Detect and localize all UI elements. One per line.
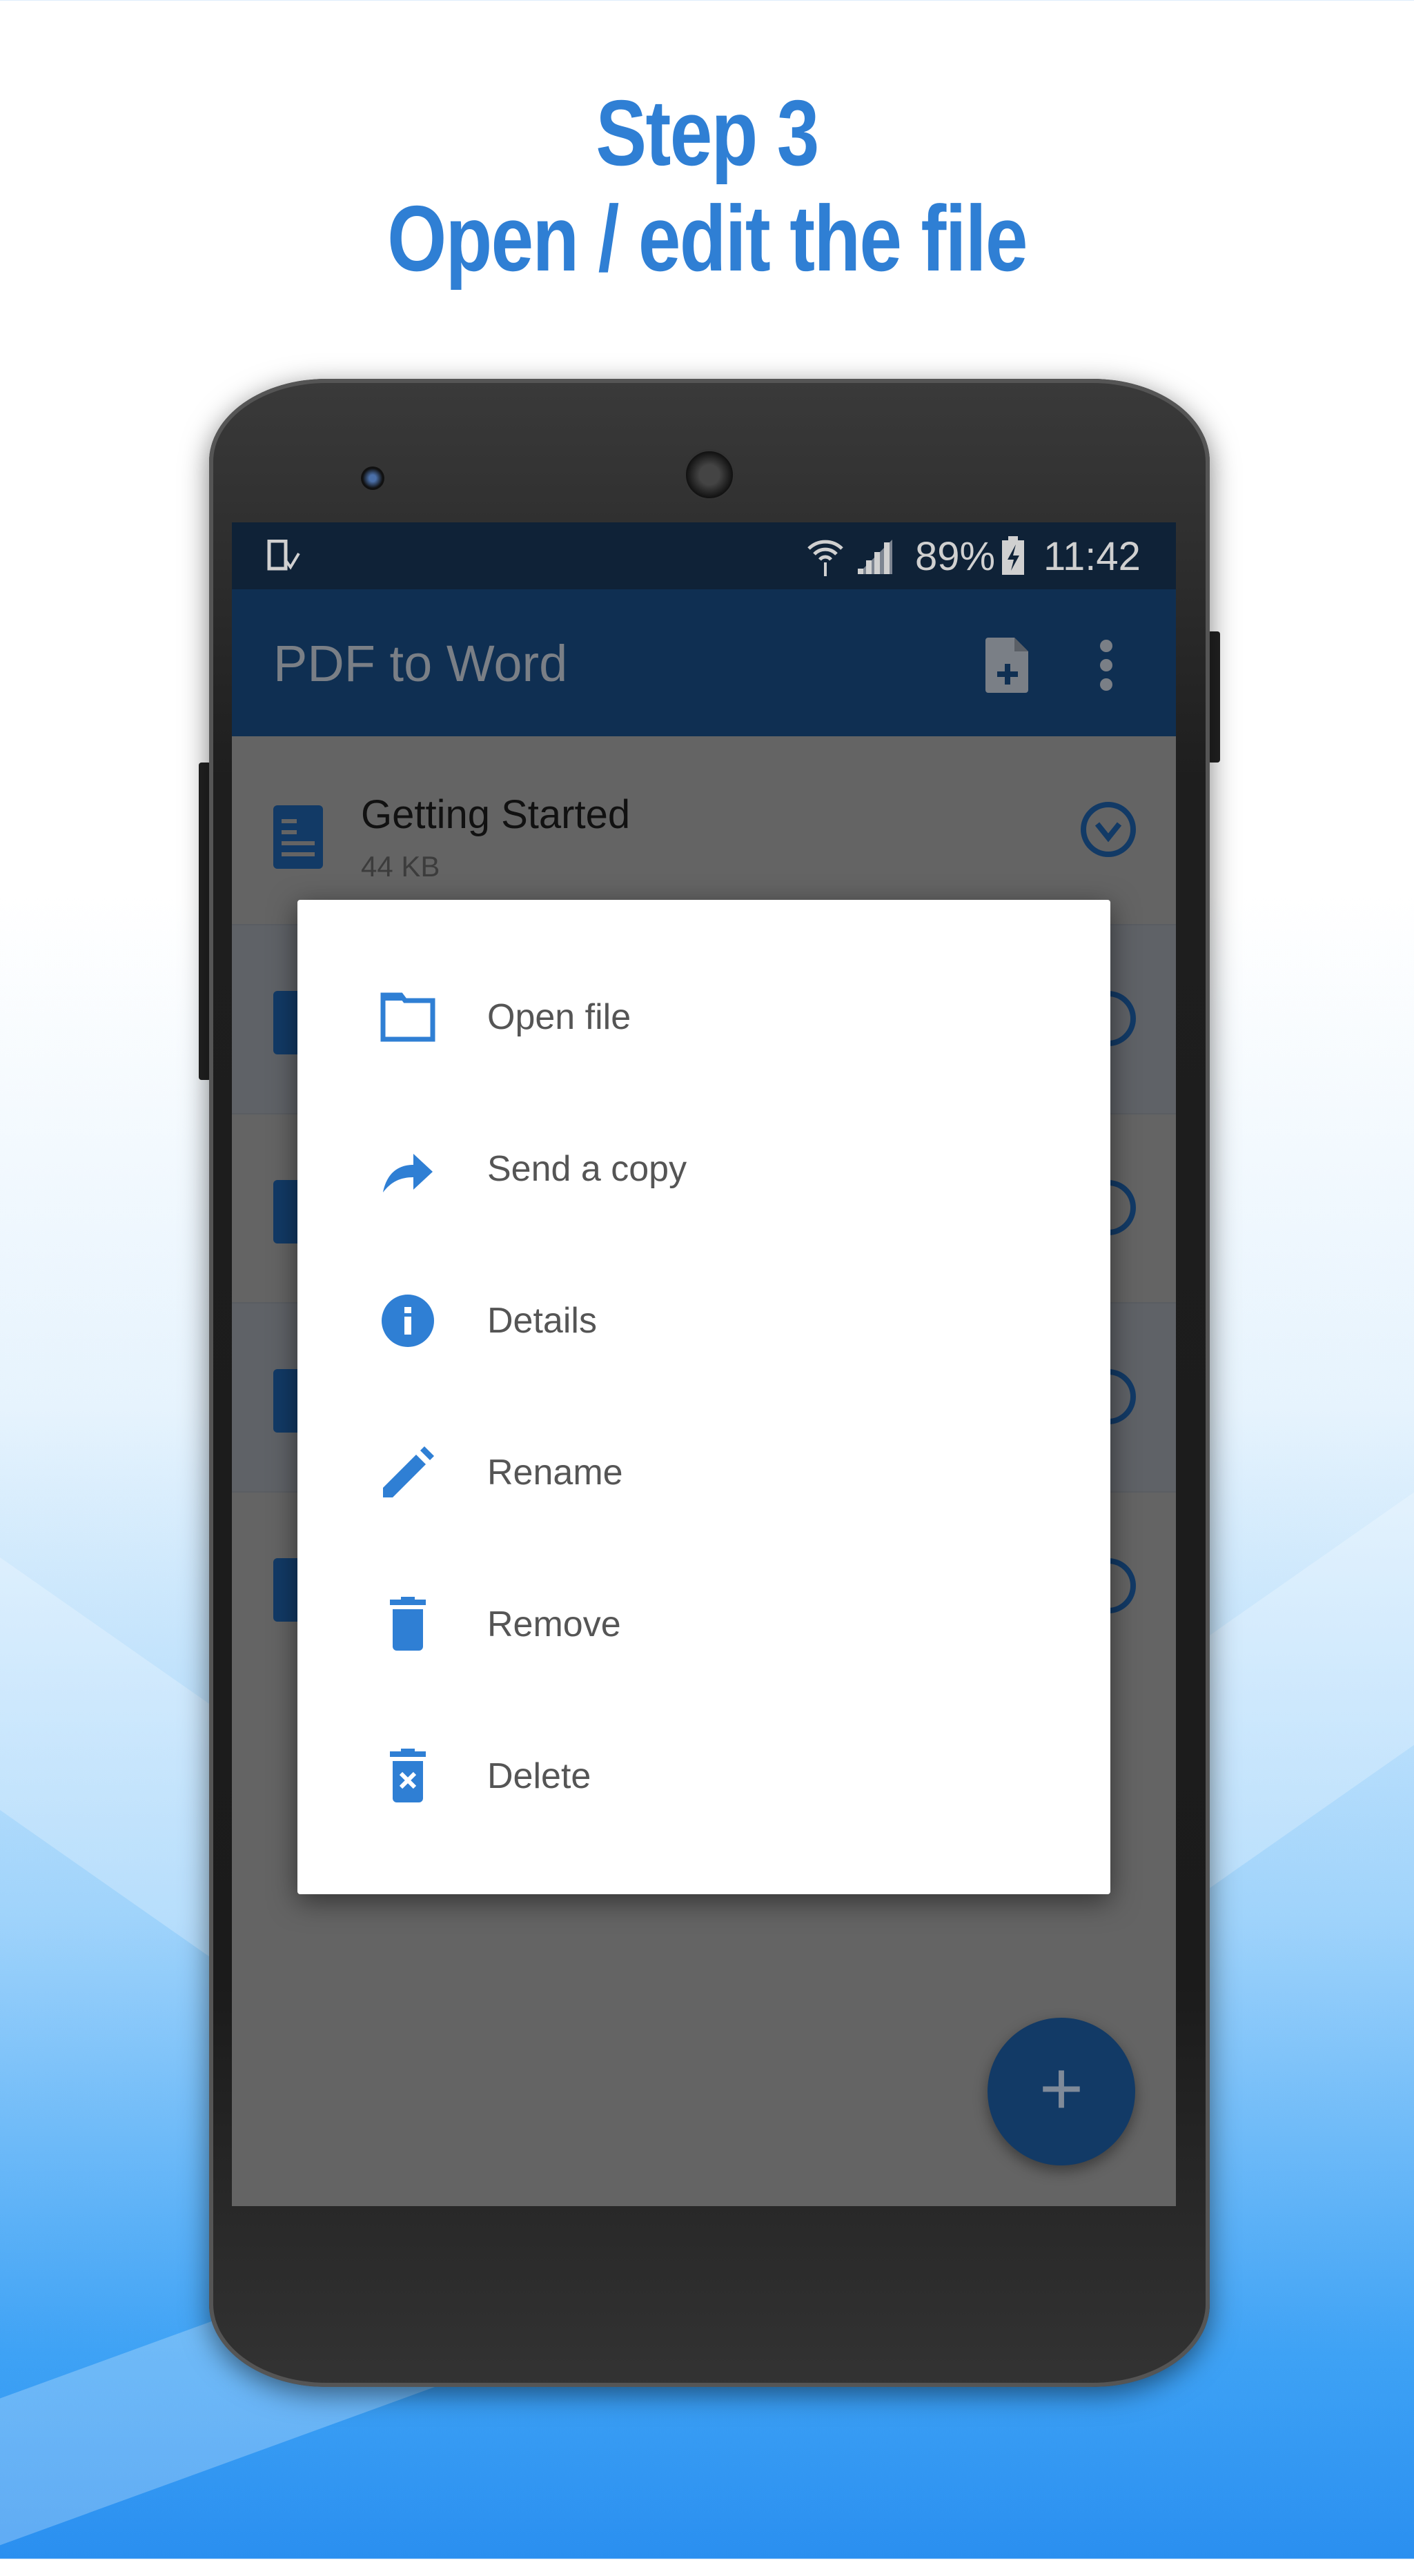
file-options-dialog: Open file Send a copy Details Rename Rem… (297, 900, 1110, 1894)
menu-item-send-copy[interactable]: Send a copy (297, 1093, 1110, 1245)
headline-subtitle: Open / edit the file (387, 186, 1028, 291)
menu-item-label: Details (487, 1301, 597, 1341)
menu-item-label: Rename (487, 1453, 623, 1493)
status-bar: 89% 11:42 (232, 522, 1176, 589)
add-file-fab[interactable]: + (988, 2018, 1135, 2165)
phone-screen: 89% 11:42 PDF to Word Getting Started 44… (232, 522, 1176, 2206)
wifi-icon (807, 540, 843, 576)
clock: 11:42 (1043, 534, 1141, 579)
menu-item-label: Delete (487, 1756, 591, 1796)
file-name: Getting Started (361, 792, 631, 837)
menu-item-label: Send a copy (487, 1149, 687, 1189)
battery-percent: 89% (915, 534, 996, 579)
document-icon (273, 805, 323, 869)
screen-mirror-icon (267, 540, 300, 571)
menu-item-delete[interactable]: Delete (297, 1700, 1110, 1852)
delete-forever-icon (390, 1749, 426, 1802)
app-bar: PDF to Word (232, 589, 1176, 736)
speaker (684, 449, 735, 500)
new-file-icon[interactable] (985, 638, 1030, 693)
app-title: PDF to Word (273, 635, 568, 692)
menu-item-open-file[interactable]: Open file (297, 941, 1110, 1093)
front-camera (361, 466, 384, 490)
menu-item-label: Open file (487, 997, 631, 1037)
file-size: 44 KB (361, 850, 440, 883)
battery-charging-icon (1002, 536, 1024, 575)
headline-step: Step 3 (596, 81, 819, 185)
menu-item-rename[interactable]: Rename (297, 1397, 1110, 1548)
pencil-icon (383, 1446, 434, 1497)
menu-item-details[interactable]: Details (297, 1245, 1110, 1397)
chevron-down-icon[interactable] (1081, 802, 1136, 857)
info-icon (382, 1295, 434, 1347)
menu-item-remove[interactable]: Remove (297, 1548, 1110, 1700)
signal-icon (858, 540, 892, 574)
share-icon (383, 1154, 433, 1192)
more-options-icon[interactable] (1096, 638, 1117, 693)
folder-icon (380, 992, 435, 1042)
menu-item-label: Remove (487, 1604, 621, 1644)
trash-icon (390, 1597, 426, 1651)
file-list-item[interactable]: Getting Started 44 KB (232, 736, 1176, 925)
